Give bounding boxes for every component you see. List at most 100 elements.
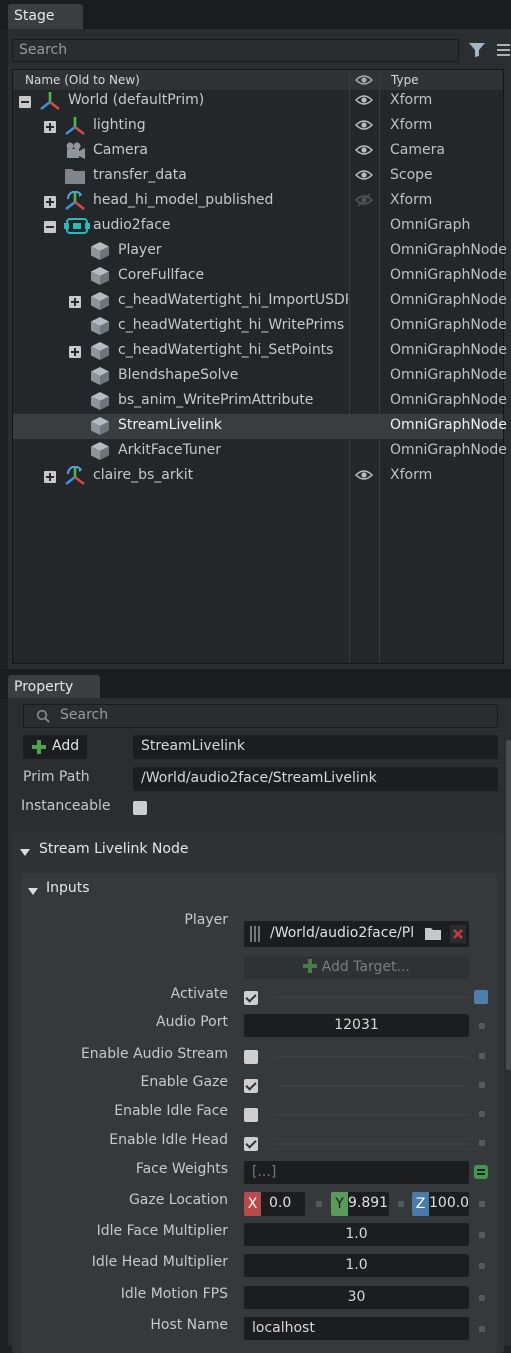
enable-gaze-checkbox[interactable] [244,1079,258,1093]
tree-row[interactable]: claire_bs_arkit Xform [13,464,503,489]
visibility-hidden-icon[interactable] [354,193,374,207]
tree-row[interactable]: StreamLivelink OmniGraphNode [13,414,507,439]
tree-row-label: Player [118,242,162,258]
activate-default-indicator[interactable] [474,990,488,1004]
tree-row[interactable]: c_headWatertight_hi_WritePrims OmniGraphN… [13,314,507,339]
visibility-eye-icon[interactable] [354,118,374,132]
tree-row[interactable]: c_headWatertight_hi_SetPoints OmniGraphNo… [13,339,507,364]
expand-icon[interactable] [69,296,81,308]
add-target-button[interactable]: Add Target... [244,956,469,979]
enable-audio-stream-default-indicator[interactable] [479,1053,485,1059]
folder-icon [64,166,86,186]
prim-name-field[interactable]: StreamLivelink [133,735,498,759]
gaze-y-value: 9.891 [348,1195,389,1211]
tab-stage[interactable]: Stage [8,4,83,30]
tree-row-label: head_hi_model_published [93,192,274,208]
player-path[interactable]: /World/audio2face/Pl [270,925,418,941]
tree-row-label: World (defaultPrim) [68,92,205,108]
tab-property[interactable]: Property [8,675,100,699]
activate-slider-track [275,996,469,998]
idle-face-multiplier-field[interactable]: 1.0 [244,1223,469,1246]
tree-row[interactable]: head_hi_model_published Xform [13,189,503,214]
idle-head-multiplier-default-indicator[interactable] [479,1263,485,1269]
drag-handle-icon[interactable] [248,925,262,943]
gaze-z-field[interactable]: Z 100.0 [412,1192,469,1216]
host-name-label: Host Name [150,1317,228,1333]
collapse-triangle-icon[interactable] [28,884,38,895]
prim-path-field[interactable]: /World/audio2face/StreamLivelink [133,767,498,791]
host-name-default-indicator[interactable] [479,1326,485,1332]
property-search-placeholder: Search [60,707,109,723]
enable-gaze-default-indicator[interactable] [479,1082,485,1088]
visibility-eye-icon[interactable] [354,143,374,157]
add-button[interactable]: Add [23,735,87,759]
activate-label: Activate [170,986,228,1002]
enable-idle-head-default-indicator[interactable] [479,1140,485,1146]
gaze-x-axis-label: X [244,1192,261,1216]
collapse-triangle-icon[interactable] [20,845,30,856]
audio-port-field[interactable]: 12031 [244,1014,469,1037]
expand-icon[interactable] [44,471,56,483]
menu-icon[interactable] [496,42,510,58]
tree-row[interactable]: lighting Xform [13,114,503,139]
gaze-y-field[interactable]: Y 9.891 [331,1192,389,1216]
visibility-column-icon[interactable] [354,73,374,87]
host-name-field[interactable]: localhost [244,1317,469,1340]
visibility-eye-icon[interactable] [354,93,374,107]
expand-icon[interactable] [44,196,56,208]
add-button-label: Add [52,738,80,754]
enable-idle-head-checkbox[interactable] [244,1137,258,1151]
tree-row[interactable]: ArkitFaceTuner OmniGraphNode [13,439,507,464]
visibility-eye-icon[interactable] [354,468,374,482]
node-section-title[interactable]: Stream Livelink Node [39,841,188,857]
expand-icon[interactable] [44,121,56,133]
folder-icon[interactable] [424,926,442,941]
activate-checkbox[interactable] [244,991,258,1005]
tree-row[interactable]: CoreFullface OmniGraphNode [13,264,507,289]
tree-row[interactable]: c_headWatertight_hi_ImportUSDPr OmniGraph… [13,289,507,314]
filter-icon[interactable] [468,42,486,58]
tree-row[interactable]: World (defaultPrim) Xform [13,89,503,114]
gaze-location-default-indicator[interactable] [479,1201,485,1207]
tree-row-label: c_headWatertight_hi_SetPoints [118,342,334,358]
idle-motion-fps-default-indicator[interactable] [479,1295,485,1301]
audio-port-default-indicator[interactable] [479,1023,485,1029]
tree-row[interactable]: Player OmniGraphNode [13,239,507,264]
stage-search-input[interactable]: Search [12,39,459,62]
inputs-section-title[interactable]: Inputs [46,880,90,896]
tree-row-type: Xform [390,117,433,133]
column-header-type[interactable]: Type [391,73,419,87]
tree-row[interactable]: audio2face OmniGraph [13,214,503,239]
expand-icon[interactable] [69,346,81,358]
idle-head-multiplier-field[interactable]: 1.0 [244,1254,469,1277]
stage-tree: Name (Old to New) Type World (defaultPri… [12,69,507,664]
gaze-x-field[interactable]: X 0.0 [244,1192,305,1216]
enable-idle-face-checkbox[interactable] [244,1108,258,1122]
enable-audio-stream-checkbox[interactable] [244,1050,258,1064]
face-weights-field[interactable]: [...] [244,1161,469,1184]
column-header-name[interactable]: Name (Old to New) [25,73,140,87]
tree-row[interactable]: bs_anim_WritePrimAttribute OmniGraphNode [13,389,507,414]
remove-target-icon[interactable] [450,925,466,943]
collapse-icon[interactable] [19,96,31,108]
tree-row[interactable]: transfer_data Scope [13,164,503,189]
visibility-eye-icon[interactable] [354,168,374,182]
enable-idle-face-default-indicator[interactable] [479,1111,485,1117]
node-cube-icon [89,441,111,461]
idle-face-multiplier-default-indicator[interactable] [479,1232,485,1238]
tree-row-label: c_headWatertight_hi_ImportUSDPr [118,292,348,308]
tree-row-type: OmniGraphNode [390,342,507,358]
enable-idle-face-track [275,1114,469,1116]
array-edit-icon[interactable] [474,1165,488,1179]
idle-motion-fps-field[interactable]: 30 [244,1286,469,1309]
property-search-input[interactable]: Search [23,704,498,728]
omnigraph-icon [64,216,90,236]
node-cube-icon [89,266,111,286]
collapse-icon[interactable] [44,221,56,233]
tree-row[interactable]: BlendshapeSolve OmniGraphNode [13,364,507,389]
xform-icon [64,465,86,486]
instanceable-checkbox[interactable] [133,801,147,815]
tree-row-type: OmniGraphNode [390,367,507,383]
property-scrollbar[interactable] [506,740,511,1070]
tree-row[interactable]: Camera Camera [13,139,503,164]
